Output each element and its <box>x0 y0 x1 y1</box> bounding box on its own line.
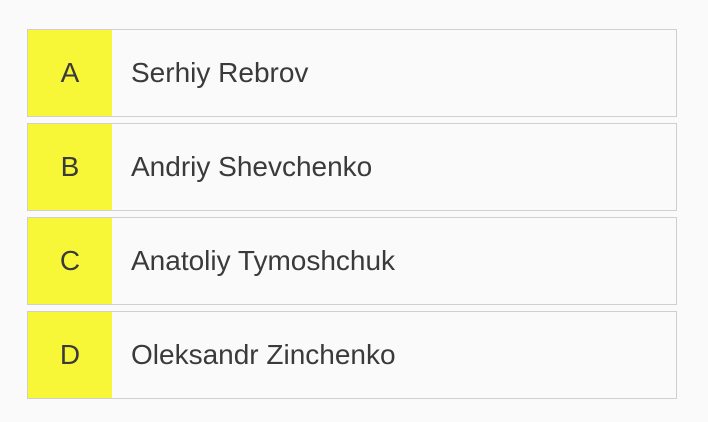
answer-options-list: A Serhiy Rebrov B Andriy Shevchenko C An… <box>27 29 677 399</box>
answer-option-b[interactable]: B Andriy Shevchenko <box>27 123 677 211</box>
option-letter-a: A <box>28 30 112 116</box>
option-text-a: Serhiy Rebrov <box>131 57 309 88</box>
answer-option-a[interactable]: A Serhiy Rebrov <box>27 29 677 117</box>
option-text-b: Andriy Shevchenko <box>131 151 373 182</box>
option-letter-d: D <box>28 312 112 398</box>
answer-option-c[interactable]: C Anatoliy Tymoshchuk <box>27 217 677 305</box>
option-letter-b: B <box>28 124 112 210</box>
option-text-d: Oleksandr Zinchenko <box>131 339 396 370</box>
answer-option-d[interactable]: D Oleksandr Zinchenko <box>27 311 677 399</box>
option-letter-c: C <box>28 218 112 304</box>
option-text-c: Anatoliy Tymoshchuk <box>131 245 396 276</box>
